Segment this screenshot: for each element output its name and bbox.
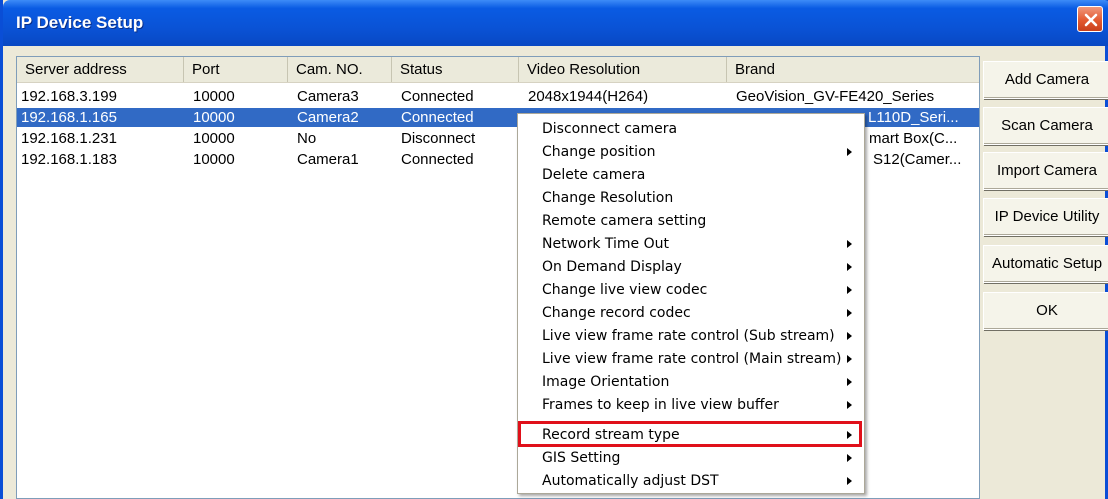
menu-item-image-orientation[interactable]: Image Orientation — [518, 371, 864, 394]
server-address-cell: 192.168.3.199 — [21, 88, 117, 105]
cam-no-cell: Camera2 — [297, 109, 359, 126]
menu-item-change-record-codec[interactable]: Change record codec — [518, 302, 864, 325]
title-bar[interactable]: IP Device Setup — [3, 0, 1108, 46]
submenu-arrow-icon — [847, 454, 852, 462]
status-cell: Connected — [401, 151, 474, 168]
menu-item-network-time-out[interactable]: Network Time Out — [518, 233, 864, 256]
ip-device-setup-window: IP Device Setup Server address Port Cam.… — [0, 0, 1108, 499]
column-video-resolution[interactable]: Video Resolution — [519, 57, 727, 82]
cam-no-cell: Camera1 — [297, 151, 359, 168]
brand-cell: mart Box(C... — [869, 130, 958, 147]
close-icon — [1084, 13, 1098, 27]
menu-item-automatically-adjust-dst[interactable]: Automatically adjust DST — [518, 470, 864, 493]
status-cell: Connected — [401, 109, 474, 126]
status-cell: Disconnect — [401, 130, 476, 147]
brand-cell: GeoVision_GV-FE420_Series — [736, 88, 935, 105]
column-status[interactable]: Status — [392, 57, 519, 82]
resolution-cell: 2048x1944(H264) — [528, 88, 649, 105]
cam-no-cell: No — [297, 130, 317, 147]
server-address-cell: 192.168.1.231 — [21, 130, 117, 147]
column-port[interactable]: Port — [184, 57, 288, 82]
window-title: IP Device Setup — [16, 13, 144, 32]
submenu-arrow-icon — [847, 263, 852, 271]
column-cam-no[interactable]: Cam. NO. — [288, 57, 392, 82]
close-button[interactable] — [1077, 6, 1103, 32]
server-address-cell: 192.168.1.183 — [21, 151, 117, 168]
column-server-address[interactable]: Server address — [17, 57, 184, 82]
submenu-arrow-icon — [847, 148, 852, 156]
import-camera-button[interactable]: Import Camera — [983, 152, 1108, 190]
menu-item-change-live-view-codec[interactable]: Change live view codec — [518, 279, 864, 302]
server-address-cell: 192.168.1.165 — [21, 109, 117, 126]
scan-camera-button[interactable]: Scan Camera — [983, 107, 1108, 145]
menu-item-delete-camera[interactable]: Delete camera — [518, 164, 864, 187]
submenu-arrow-icon — [847, 401, 852, 409]
port-cell: 10000 — [193, 88, 235, 105]
brand-cell: S12(Camer... — [873, 151, 962, 168]
port-cell: 10000 — [193, 130, 235, 147]
menu-item-on-demand-display[interactable]: On Demand Display — [518, 256, 864, 279]
record-stream-type-highlight — [518, 421, 862, 447]
submenu-arrow-icon — [847, 240, 852, 248]
menu-item-change-position[interactable]: Change position — [518, 141, 864, 164]
menu-item-change-resolution[interactable]: Change Resolution — [518, 187, 864, 210]
submenu-arrow-icon — [847, 378, 852, 386]
table-row[interactable]: 192.168.3.199 10000 Camera3 Connected 20… — [17, 87, 979, 106]
submenu-arrow-icon — [847, 355, 852, 363]
port-cell: 10000 — [193, 109, 235, 126]
add-camera-button[interactable]: Add Camera — [983, 61, 1108, 99]
column-brand[interactable]: Brand — [727, 57, 979, 82]
port-cell: 10000 — [193, 151, 235, 168]
submenu-arrow-icon — [847, 286, 852, 294]
menu-item-gis-setting[interactable]: GIS Setting — [518, 447, 864, 470]
menu-item-frames-to-keep[interactable]: Frames to keep in live view buffer — [518, 394, 864, 417]
submenu-arrow-icon — [847, 477, 852, 485]
submenu-arrow-icon — [847, 309, 852, 317]
brand-cell: L110D_Seri... — [868, 109, 959, 126]
list-header: Server address Port Cam. NO. Status Vide… — [17, 57, 979, 83]
menu-item-disconnect-camera[interactable]: Disconnect camera — [518, 118, 864, 141]
menu-item-remote-camera-setting[interactable]: Remote camera setting — [518, 210, 864, 233]
submenu-arrow-icon — [847, 332, 852, 340]
ok-button[interactable]: OK — [983, 292, 1108, 330]
ip-device-utility-button[interactable]: IP Device Utility — [983, 198, 1108, 236]
cam-no-cell: Camera3 — [297, 88, 359, 105]
menu-item-live-view-frame-rate-sub[interactable]: Live view frame rate control (Sub stream… — [518, 325, 864, 348]
status-cell: Connected — [401, 88, 474, 105]
menu-item-live-view-frame-rate-main[interactable]: Live view frame rate control (Main strea… — [518, 348, 864, 371]
automatic-setup-button[interactable]: Automatic Setup — [983, 245, 1108, 283]
